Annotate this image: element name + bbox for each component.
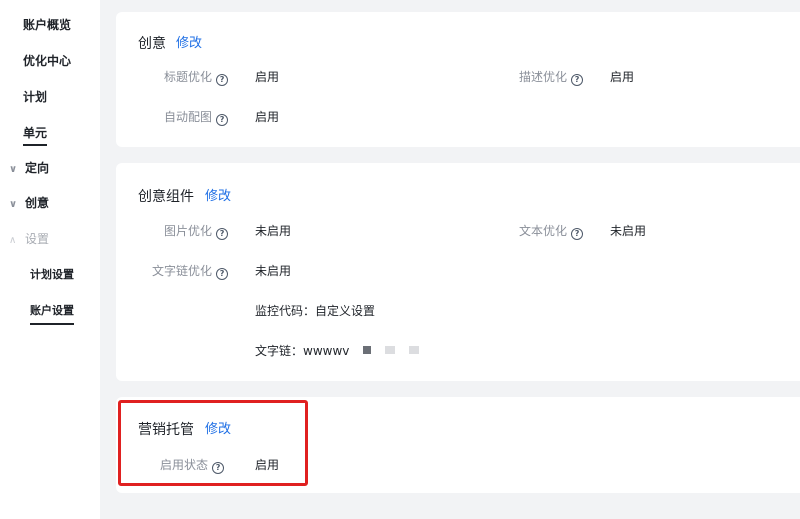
field-label-text: 文本优化: [519, 224, 568, 238]
monitor-code-text: 监控代码：自定义设置: [255, 304, 376, 318]
field-label-text: 文字链优化: [152, 264, 213, 278]
marketing-hosting-card: 营销托管 修改 启用状态? 启用: [116, 397, 800, 493]
sidebar-item-label: 优化中心: [23, 54, 72, 68]
text-link-row: 文字链：wwwwv: [255, 343, 420, 359]
card-title: 营销托管: [138, 422, 194, 438]
sidebar-item-plan-settings[interactable]: 计划设置: [30, 267, 74, 283]
help-icon[interactable]: ?: [571, 74, 584, 86]
field-label-textlink-opt: 文字链优化?: [152, 263, 229, 280]
sidebar-item-label: 定向: [25, 161, 50, 175]
field-label-text-opt: 文本优化?: [519, 223, 584, 240]
help-icon[interactable]: ?: [212, 462, 225, 474]
field-label-auto-image: 自动配图?: [164, 109, 229, 126]
sidebar-item-optimization-center[interactable]: 优化中心: [23, 53, 71, 69]
field-value-text-opt: 未启用: [610, 224, 647, 238]
edit-marketing-link[interactable]: 修改: [205, 421, 231, 439]
field-value-status: 启用: [255, 458, 280, 472]
sidebar-item-plan[interactable]: 计划: [23, 89, 47, 105]
help-icon[interactable]: ?: [216, 228, 229, 240]
field-label-status: 启用状态?: [160, 457, 225, 474]
redacted-mark: [385, 346, 396, 354]
help-icon[interactable]: ?: [216, 74, 229, 86]
field-value-desc-opt: 启用: [610, 70, 635, 84]
redacted-mark: [363, 346, 372, 354]
sidebar: 账户概览 优化中心 计划 单元 ∨ 定向 ∨ 创意 ∧ 设置 计划设置 账户设置: [0, 0, 100, 519]
help-icon[interactable]: ?: [216, 114, 229, 126]
sidebar-item-label: 单元: [23, 126, 48, 140]
card-title: 创意组件: [138, 189, 194, 205]
field-label-text: 图片优化: [164, 224, 213, 238]
sidebar-item-unit[interactable]: 单元: [23, 125, 48, 146]
field-value-textlink-opt: 未启用: [255, 264, 292, 278]
chevron-down-icon: ∨: [9, 164, 18, 175]
edit-creative-link[interactable]: 修改: [176, 35, 202, 53]
sidebar-item-label: 设置: [25, 232, 50, 246]
help-icon[interactable]: ?: [216, 268, 229, 280]
help-icon[interactable]: ?: [571, 228, 584, 240]
chevron-up-icon: ∧: [9, 235, 17, 246]
creative-components-card: 创意组件 修改 图片优化? 未启用 文本优化? 未启用 文字链优化? 未启用 监…: [116, 163, 800, 381]
field-label-text: 启用状态: [160, 458, 209, 472]
field-label-text: 描述优化: [519, 70, 568, 84]
field-label-title-opt: 标题优化?: [164, 69, 229, 86]
field-value-title-opt: 启用: [255, 70, 280, 84]
sidebar-item-label: 创意: [25, 196, 50, 210]
sidebar-item-account-settings[interactable]: 账户设置: [30, 303, 74, 325]
field-value-image-opt: 未启用: [255, 224, 292, 238]
creative-card: 创意 修改 标题优化? 启用 描述优化? 启用 自动配图? 启用: [116, 12, 800, 147]
sidebar-item-label: 计划: [23, 90, 48, 104]
sidebar-item-label: 账户设置: [30, 304, 74, 317]
sidebar-item-settings[interactable]: ∧ 设置: [9, 231, 50, 249]
sidebar-item-creative[interactable]: ∨ 创意: [9, 195, 50, 213]
card-title: 创意: [138, 36, 166, 52]
sidebar-item-targeting[interactable]: ∨ 定向: [9, 160, 50, 178]
field-label-text: 自动配图: [164, 110, 213, 124]
chevron-down-icon: ∨: [9, 199, 18, 210]
field-label-image-opt: 图片优化?: [164, 223, 229, 240]
sidebar-item-account-overview[interactable]: 账户概览: [23, 17, 71, 33]
text-link-text: 文字链：wwwwv: [255, 344, 350, 358]
field-value-auto-image: 启用: [255, 110, 280, 124]
sidebar-item-label: 计划设置: [30, 268, 74, 281]
sidebar-item-label: 账户概览: [23, 18, 72, 32]
edit-components-link[interactable]: 修改: [205, 188, 231, 206]
field-label-text: 标题优化: [164, 70, 213, 84]
redacted-mark: [409, 346, 420, 354]
field-label-desc-opt: 描述优化?: [519, 69, 584, 86]
